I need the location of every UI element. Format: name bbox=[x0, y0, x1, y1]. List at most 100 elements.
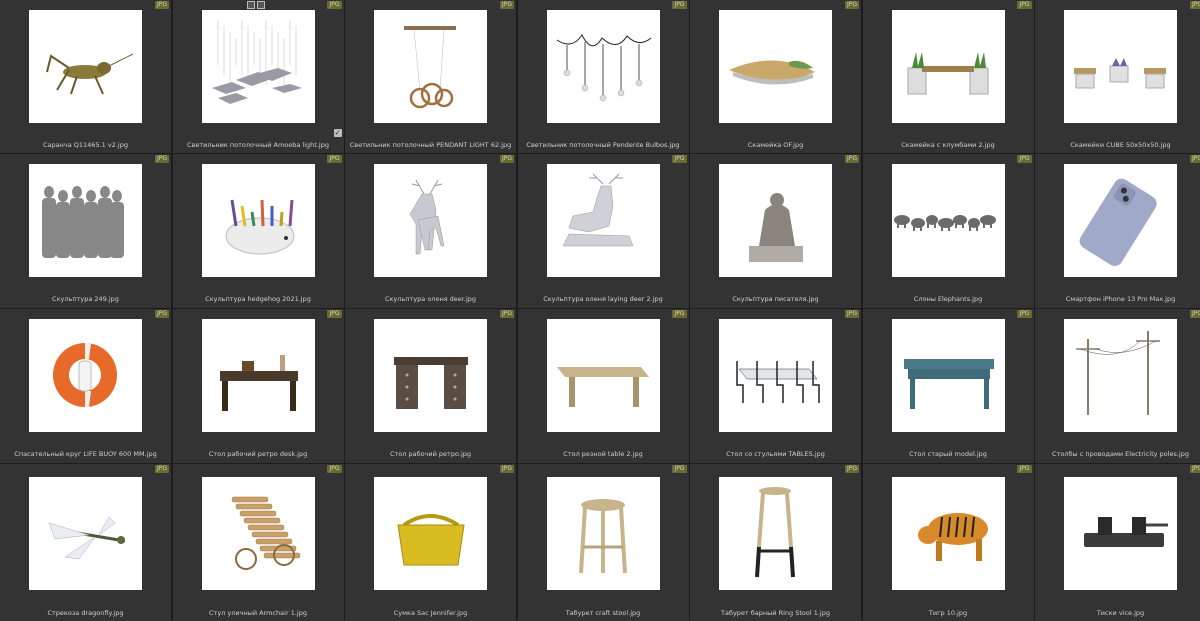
thumbnail-cell[interactable]: JPG Слоны Elephants.jpg bbox=[862, 154, 1034, 308]
deer-standing-thumbnail[interactable] bbox=[374, 164, 487, 277]
file-name-label: Стул уличный Armchair 1.jpg bbox=[209, 609, 307, 617]
thumbnail-cell[interactable]: JPG Скамейка с клумбами 2.jpg bbox=[862, 0, 1034, 153]
file-type-badge: JPG bbox=[672, 465, 687, 473]
bench-planters-thumbnail[interactable] bbox=[891, 10, 1005, 123]
bar-stool-thumbnail[interactable] bbox=[719, 477, 832, 590]
file-type-badge: JPG bbox=[844, 1, 859, 9]
file-name-label: Стол рабочий ретро desk.jpg bbox=[208, 450, 308, 458]
file-name-label: Стол резной table 2.jpg bbox=[563, 450, 643, 458]
sculpture-group-thumbnail[interactable] bbox=[29, 164, 142, 277]
craft-stool-thumbnail[interactable] bbox=[546, 477, 660, 590]
pendant-rings-thumbnail[interactable] bbox=[374, 10, 487, 123]
thumbnail-cell[interactable]: JPG ✓ Светильник потолочный Amoeba light.j… bbox=[172, 0, 344, 153]
dragonfly-thumbnail[interactable] bbox=[29, 477, 142, 590]
file-name-label: Скульптура писателя.jpg bbox=[732, 295, 819, 303]
handbag-thumbnail[interactable] bbox=[374, 477, 487, 590]
sculpture-group-image bbox=[42, 186, 124, 258]
file-name-label: Скульптура 249.jpg bbox=[52, 295, 119, 303]
thumbnail-cell[interactable]: JPG Стул уличный Armchair 1.jpg bbox=[172, 464, 344, 621]
file-name-label: Саранча Q11465.1 v2.jpg bbox=[43, 141, 128, 149]
deer-laying-thumbnail[interactable] bbox=[546, 164, 660, 277]
file-name-label: Светильник потолочный Amoeba light.jpg bbox=[187, 141, 329, 149]
armchair-thumbnail[interactable] bbox=[201, 477, 315, 590]
handbag-image bbox=[397, 514, 465, 566]
file-type-badge: JPG bbox=[844, 155, 859, 163]
thumbnail-cell[interactable]: JPG Стол резной table 2.jpg bbox=[517, 309, 689, 463]
amoeba-light-image bbox=[211, 20, 302, 104]
table-chairs-image bbox=[736, 361, 820, 403]
writer-statue-thumbnail[interactable] bbox=[719, 164, 832, 277]
elephants-thumbnail[interactable] bbox=[891, 164, 1005, 277]
file-type-badge: JPG bbox=[1189, 310, 1200, 318]
file-name-label: Столбы с проводами Electricity poles.jpg bbox=[1052, 450, 1189, 458]
edit-icon[interactable] bbox=[256, 1, 265, 9]
smartphone-thumbnail[interactable] bbox=[1064, 164, 1177, 277]
carved-table-thumbnail[interactable] bbox=[546, 319, 660, 432]
thumbnail-cell[interactable]: JPG Скульптура оленя deer.jpg bbox=[345, 154, 516, 308]
file-type-badge: JPG bbox=[672, 310, 687, 318]
file-name-label: Стол рабочий ретро.jpg bbox=[389, 450, 472, 458]
thumbnail-cell[interactable]: JPG Скульптура писателя.jpg bbox=[690, 154, 861, 308]
thumbnail-cell[interactable]: JPG Стол со стульями TABLES.jpg bbox=[690, 309, 861, 463]
thumbnail-cell[interactable]: JPG Стол рабочий ретро desk.jpg bbox=[172, 309, 344, 463]
file-name-label: Слоны Elephants.jpg bbox=[913, 295, 983, 303]
retro-desk-2-image bbox=[394, 357, 468, 409]
electricity-poles-image bbox=[1076, 331, 1160, 415]
thumbnail-cell[interactable]: JPG Скамейка OF.jpg bbox=[690, 0, 861, 153]
bulb-pendants-thumbnail[interactable] bbox=[546, 10, 660, 123]
bench-cube-image bbox=[1074, 58, 1166, 89]
thumbnail-cell[interactable]: JPG Скамейки CUBE 50x50x50.jpg bbox=[1035, 0, 1200, 153]
thumbnail-cell[interactable]: JPG Светильник потолочный Pendente Bulbos… bbox=[517, 0, 689, 153]
grasshopper-thumbnail[interactable] bbox=[29, 10, 142, 123]
carved-table-image bbox=[556, 367, 649, 407]
thumbnail-cell[interactable]: JPG Стол рабочий ретро.jpg bbox=[345, 309, 516, 463]
bench-curved-thumbnail[interactable] bbox=[719, 10, 832, 123]
thumbnail-cell[interactable]: JPG Табурет craft stool.jpg bbox=[517, 464, 689, 621]
tiger-thumbnail[interactable] bbox=[891, 477, 1005, 590]
thumbnail-cell[interactable]: JPG Сумка Sac Jennifer.jpg bbox=[345, 464, 516, 621]
thumbnail-cell[interactable]: JPG Саранча Q11465.1 v2.jpg bbox=[0, 0, 171, 153]
thumbnail-cell[interactable]: JPG Скульптура hedgehog 2021.jpg bbox=[172, 154, 344, 308]
table-chairs-thumbnail[interactable] bbox=[719, 319, 832, 432]
life-buoy-thumbnail[interactable] bbox=[29, 319, 142, 432]
file-name-label: Скульптура оленя laying deer 2.jpg bbox=[543, 295, 663, 303]
thumbnail-cell[interactable]: JPG Стрекоза dragonfly.jpg bbox=[0, 464, 171, 621]
thumbnail-cell[interactable]: JPG Спасательный круг LIFE BUOY 600 MM.jp… bbox=[0, 309, 171, 463]
retro-desk-2-thumbnail[interactable] bbox=[374, 319, 487, 432]
file-name-label: Смартфон iPhone 13 Pro Max.jpg bbox=[1065, 295, 1176, 303]
thumbnail-cell[interactable]: JPG Скульптура 249.jpg bbox=[0, 154, 171, 308]
thumbnail-cell[interactable]: JPG Смартфон iPhone 13 Pro Max.jpg bbox=[1035, 154, 1200, 308]
file-type-badge: JPG bbox=[672, 1, 687, 9]
thumbnail-cell[interactable]: JPG Светильник потолочный PENDANT LIGHT 6… bbox=[345, 0, 516, 153]
old-table-thumbnail[interactable] bbox=[891, 319, 1005, 432]
file-type-badge: JPG bbox=[154, 465, 169, 473]
vice-thumbnail[interactable] bbox=[1064, 477, 1177, 590]
thumbnail-cell[interactable]: JPG Столбы с проводами Electricity poles.… bbox=[1035, 309, 1200, 463]
amoeba-light-thumbnail[interactable] bbox=[201, 10, 315, 123]
file-type-badge: JPG bbox=[154, 310, 169, 318]
file-type-badge: JPG bbox=[499, 155, 514, 163]
file-name-label: Сумка Sac Jennifer.jpg bbox=[393, 609, 468, 617]
hedgehog-thumbnail[interactable] bbox=[201, 164, 315, 277]
file-name-label: Табурет craft stool.jpg bbox=[565, 609, 641, 617]
frame-icon[interactable] bbox=[246, 1, 255, 9]
file-name-label: Скамейка OF.jpg bbox=[747, 141, 804, 149]
file-name-label: Табурет барный Ring Stool 1.jpg bbox=[721, 609, 830, 617]
thumbnail-cell[interactable]: JPG Тигр 10.jpg bbox=[862, 464, 1034, 621]
thumbnail-cell[interactable]: JPG Скульптура оленя laying deer 2.jpg bbox=[517, 154, 689, 308]
thumbnail-cell[interactable]: JPG Тиски vice.jpg bbox=[1035, 464, 1200, 621]
retro-desk-image bbox=[219, 355, 298, 411]
bar-stool-image bbox=[755, 487, 795, 578]
file-name-label: Скульптура hedgehog 2021.jpg bbox=[205, 295, 311, 303]
life-buoy-image bbox=[53, 343, 117, 407]
file-name-label: Скульптура оленя deer.jpg bbox=[384, 295, 477, 303]
thumbnail-cell[interactable]: JPG Стол старый model.jpg bbox=[862, 309, 1034, 463]
retro-desk-thumbnail[interactable] bbox=[201, 319, 315, 432]
file-type-badge: JPG bbox=[499, 1, 514, 9]
file-type-badge: JPG bbox=[1017, 155, 1032, 163]
bench-cube-thumbnail[interactable] bbox=[1064, 10, 1177, 123]
electricity-poles-thumbnail[interactable] bbox=[1064, 319, 1177, 432]
tiger-image bbox=[917, 513, 988, 561]
checkbox-icon[interactable]: ✓ bbox=[333, 129, 342, 137]
thumbnail-cell[interactable]: JPG Табурет барный Ring Stool 1.jpg bbox=[690, 464, 861, 621]
